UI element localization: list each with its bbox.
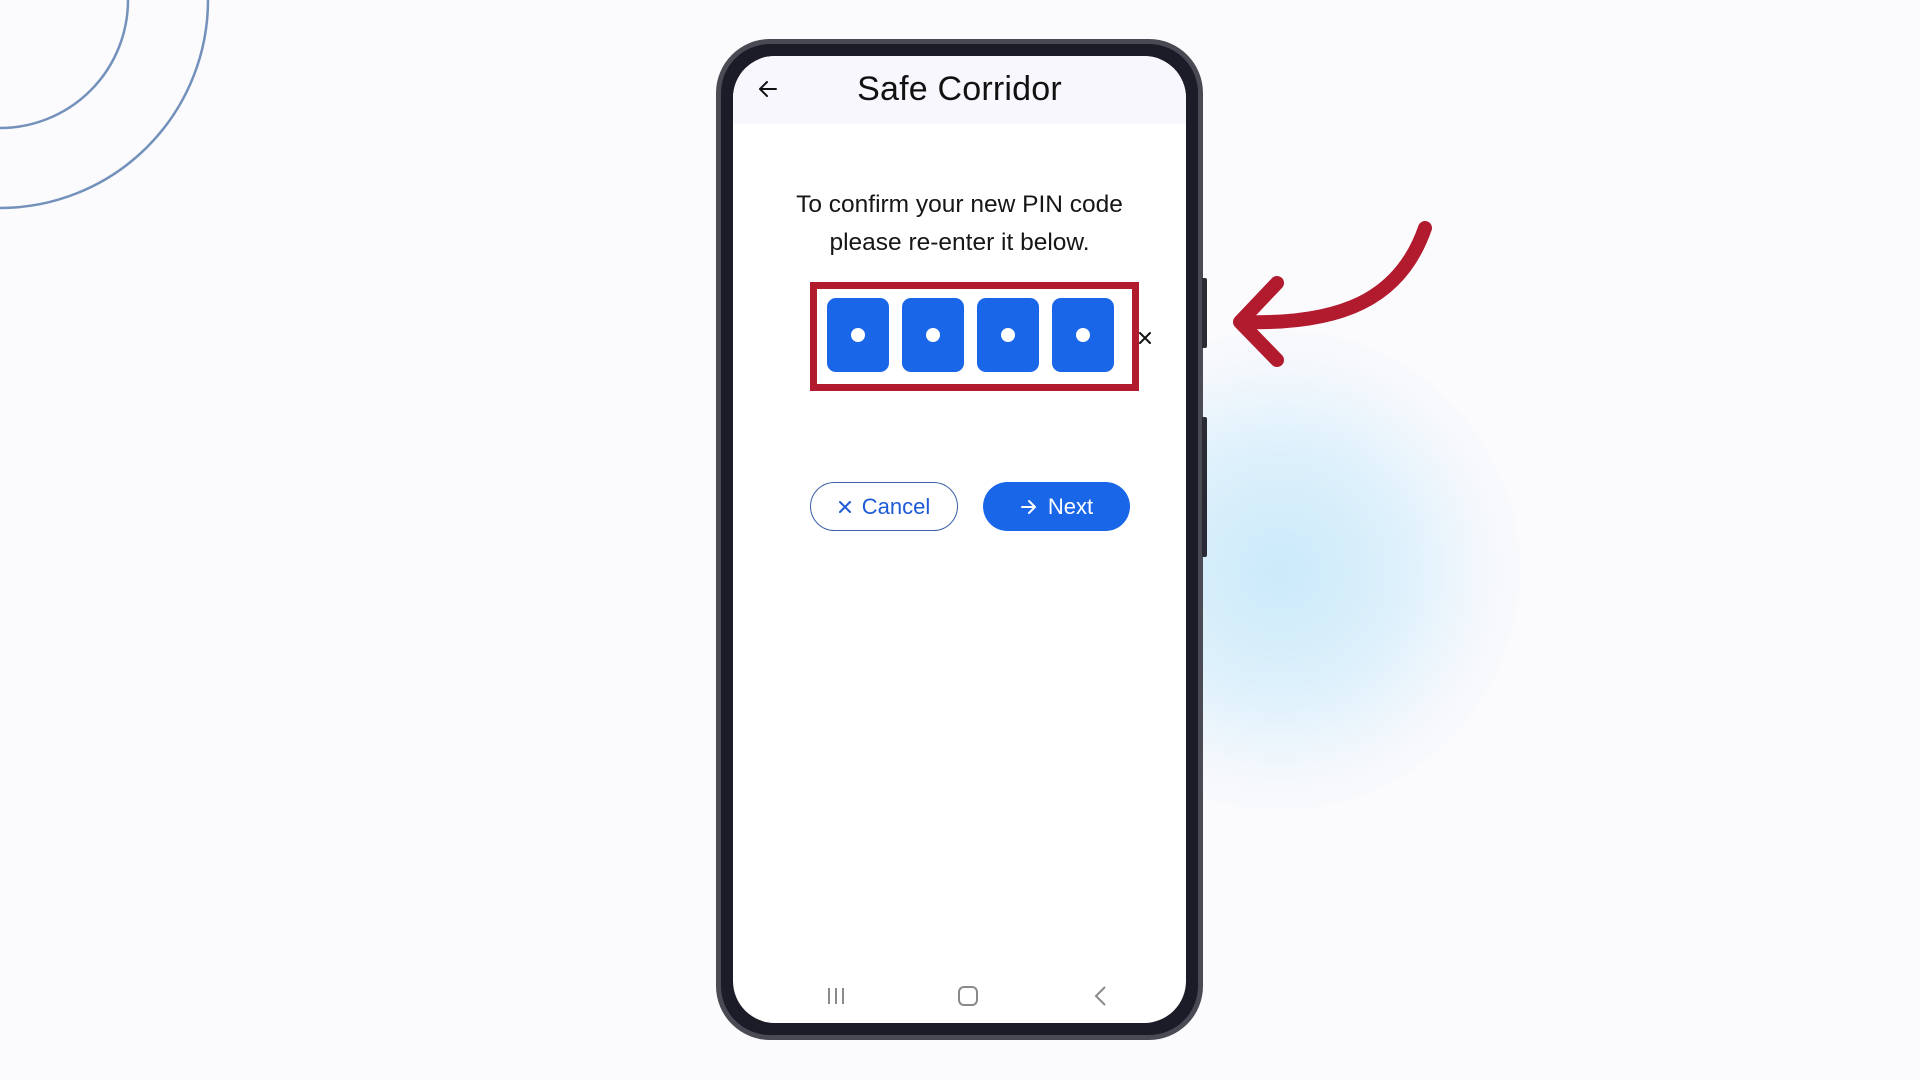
pin-mask-dot (1001, 328, 1015, 342)
phone-frame: Safe Corridor To confirm your new PIN co… (716, 39, 1207, 1040)
recents-icon (828, 988, 844, 1004)
pin-mask-dot (1076, 328, 1090, 342)
pin-mask-dot (926, 328, 940, 342)
next-button-label: Next (1047, 493, 1094, 519)
app-header: Safe Corridor (733, 56, 1186, 124)
annotation-arrow (1233, 221, 1432, 367)
decorative-circle-outer (0, 0, 210, 210)
cancel-button[interactable]: Cancel (810, 482, 958, 531)
system-back-button[interactable] (1086, 981, 1116, 1011)
home-icon (958, 986, 978, 1006)
chevron-left-icon (1094, 986, 1106, 1006)
phone-screen: Safe Corridor To confirm your new PIN co… (733, 56, 1186, 1023)
page-title: Safe Corridor (857, 70, 1062, 108)
pin-digit-3[interactable] (977, 298, 1039, 372)
pin-input[interactable] (827, 298, 1114, 372)
instructions-line-2: please re-enter it below. (829, 229, 1090, 256)
close-icon (838, 500, 851, 513)
pin-digit-1[interactable] (827, 298, 889, 372)
phone-bezel: Safe Corridor To confirm your new PIN co… (721, 44, 1198, 1035)
system-nav-bar (733, 975, 1186, 1015)
instructions-text: To confirm your new PIN code please re-e… (733, 186, 1186, 262)
instructions-line-1: To confirm your new PIN code (796, 191, 1123, 218)
cancel-button-label: Cancel (861, 493, 931, 519)
decorative-circle-inner (0, 0, 130, 130)
close-icon (1139, 332, 1151, 344)
pin-digit-2[interactable] (902, 298, 964, 372)
volume-button (1202, 278, 1207, 348)
clear-pin-button[interactable] (1135, 328, 1155, 348)
recents-button[interactable] (821, 981, 851, 1011)
decorative-circles (0, 0, 210, 210)
next-button[interactable]: Next (983, 482, 1130, 531)
home-button[interactable] (953, 981, 983, 1011)
arrow-right-icon (1020, 499, 1036, 514)
pin-mask-dot (851, 328, 865, 342)
pin-digit-4[interactable] (1052, 298, 1114, 372)
annotation-arrow-shaft (1235, 221, 1432, 330)
power-button (1202, 417, 1207, 557)
